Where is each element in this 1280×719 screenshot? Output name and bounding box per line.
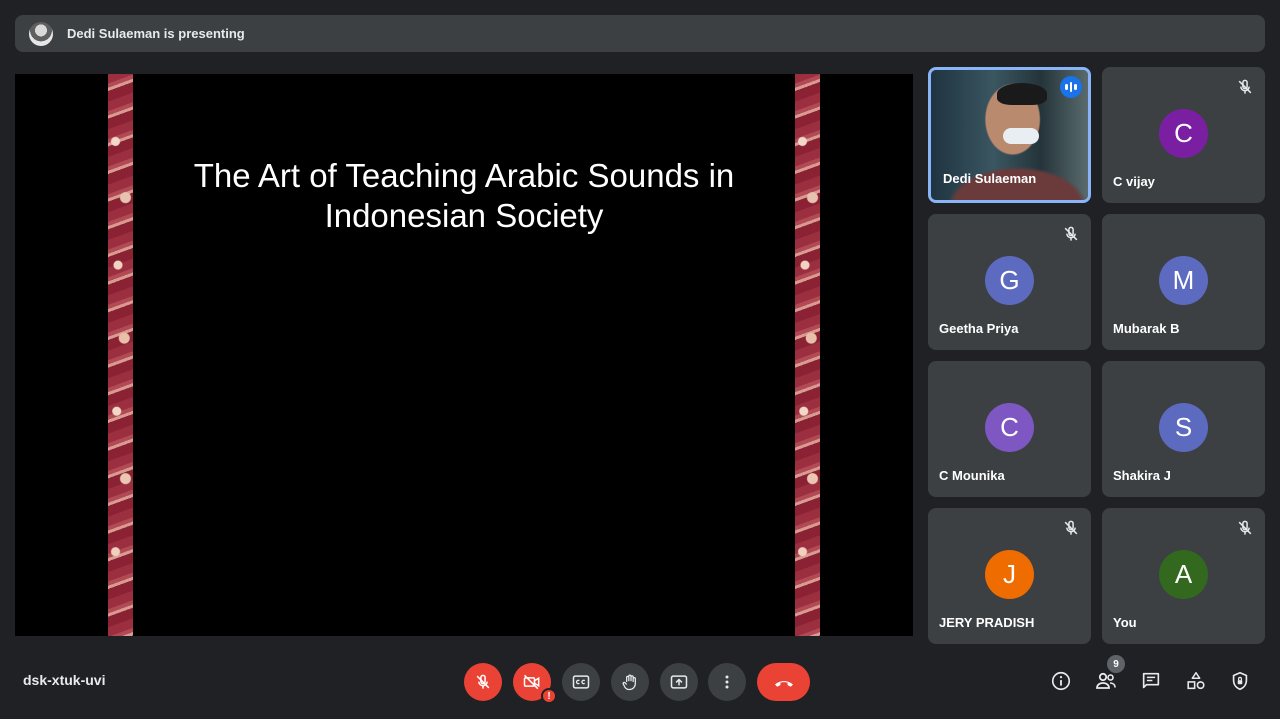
more-vert-icon xyxy=(725,675,729,689)
camera-toggle-button[interactable]: ! xyxy=(513,663,557,704)
leave-call-button[interactable] xyxy=(757,663,810,701)
participant-tile-c-mounika[interactable]: C C Mounika xyxy=(928,361,1091,497)
call-end-icon xyxy=(774,681,793,687)
participant-count-badge: 9 xyxy=(1107,655,1125,673)
camera-alert-badge: ! xyxy=(541,688,557,704)
participant-name: You xyxy=(1113,615,1137,630)
presenting-text: Dedi Sulaeman is presenting xyxy=(67,26,245,41)
meeting-details-button[interactable] xyxy=(1048,668,1074,694)
raise-hand-button[interactable] xyxy=(611,663,649,701)
slide-title-line2: Indonesian Society xyxy=(324,197,604,234)
mic-off-icon xyxy=(1238,79,1252,94)
participant-name: Mubarak B xyxy=(1113,321,1180,336)
participant-avatar: C xyxy=(985,403,1034,452)
participant-avatar: G xyxy=(985,256,1034,305)
slide-border-left xyxy=(108,74,133,636)
presentation-screen: The Art of Teaching Arabic Sounds in Ind… xyxy=(15,74,913,636)
presenting-banner: Dedi Sulaeman is presenting xyxy=(15,15,1265,52)
present-screen-icon xyxy=(670,675,688,689)
mic-off-icon xyxy=(1064,226,1078,241)
info-icon xyxy=(1051,671,1071,691)
participant-avatar: S xyxy=(1159,403,1208,452)
mic-off-icon xyxy=(1238,520,1252,535)
participant-name: C vijay xyxy=(1113,174,1155,189)
participant-name: C Mounika xyxy=(939,468,1005,483)
participant-avatar: A xyxy=(1159,550,1208,599)
host-controls-icon xyxy=(1232,671,1248,691)
slide-border-right xyxy=(795,74,820,636)
participant-avatar: M xyxy=(1159,256,1208,305)
participant-name: Geetha Priya xyxy=(939,321,1019,336)
presenter-avatar xyxy=(29,21,53,46)
participant-avatar: J xyxy=(985,550,1034,599)
participant-tile-geetha-priya[interactable]: G Geetha Priya xyxy=(928,214,1091,350)
activities-button[interactable] xyxy=(1183,668,1209,694)
mic-off-icon xyxy=(476,674,490,689)
more-options-button[interactable] xyxy=(708,663,746,701)
participant-name: Shakira J xyxy=(1113,468,1171,483)
captions-icon xyxy=(572,675,590,689)
slide-title-line1: The Art of Teaching Arabic Sounds in xyxy=(193,157,735,194)
mic-off-icon xyxy=(1064,520,1078,535)
camera-off-icon xyxy=(523,674,540,690)
participant-tile-dedi-sulaeman[interactable]: Dedi Sulaeman xyxy=(928,67,1091,203)
mic-toggle-button[interactable] xyxy=(464,663,502,701)
participant-name: JERY PRADISH xyxy=(939,615,1035,630)
activities-icon xyxy=(1187,671,1205,690)
meeting-code: dsk-xtuk-uvi xyxy=(23,672,106,688)
present-now-button[interactable] xyxy=(660,663,698,701)
participant-tile-c-vijay[interactable]: C C vijay xyxy=(1102,67,1265,203)
participant-tile-shakira-j[interactable]: S Shakira J xyxy=(1102,361,1265,497)
participant-avatar: C xyxy=(1159,109,1208,158)
participant-tile-mubarak-b[interactable]: M Mubarak B xyxy=(1102,214,1265,350)
captions-button[interactable] xyxy=(562,663,600,701)
slide-title: The Art of Teaching Arabic Sounds in Ind… xyxy=(133,156,795,236)
participant-name: Dedi Sulaeman xyxy=(943,171,1037,186)
speaking-indicator-icon xyxy=(1060,76,1082,98)
host-controls-button[interactable] xyxy=(1227,668,1253,694)
chat-icon xyxy=(1142,672,1160,689)
participant-tile-you[interactable]: A You xyxy=(1102,508,1265,644)
raise-hand-icon xyxy=(622,674,636,691)
chat-button[interactable] xyxy=(1138,668,1164,694)
participant-tile-jery-pradish[interactable]: J JERY PRADISH xyxy=(928,508,1091,644)
